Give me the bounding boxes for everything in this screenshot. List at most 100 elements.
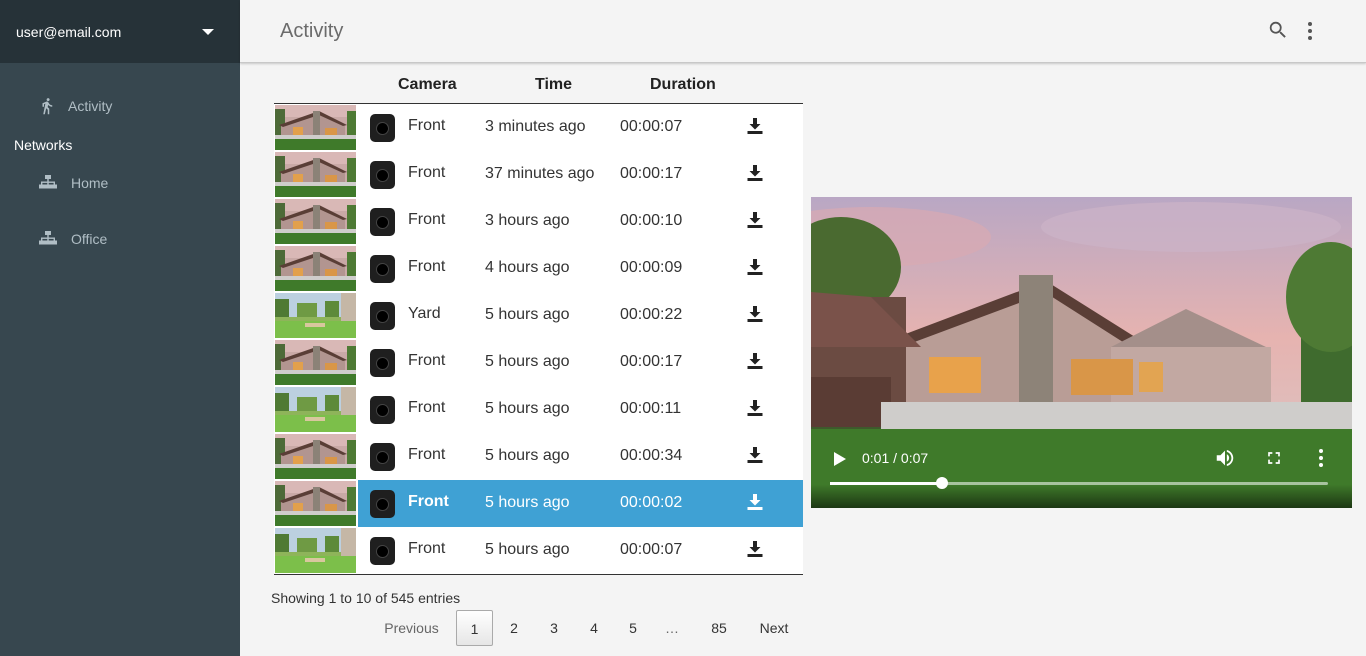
clip-thumbnail[interactable] — [275, 387, 356, 432]
column-header-camera[interactable]: Camera — [398, 76, 457, 94]
previous-button[interactable]: Previous — [374, 610, 449, 646]
search-icon — [1269, 21, 1286, 38]
camera-name: Front — [408, 164, 446, 181]
clip-thumbnail[interactable] — [275, 528, 356, 573]
camera-name: Front — [408, 493, 449, 510]
sidebar-item-home[interactable]: Home — [39, 175, 108, 191]
clip-time: 5 hours ago — [485, 353, 570, 370]
column-header-time[interactable]: Time — [535, 76, 572, 94]
top-app-bar: Activity — [240, 0, 1366, 63]
table-row[interactable]: Front 5 hours ago 00:00:11 — [274, 386, 803, 433]
camera-name: Front — [408, 540, 446, 557]
table-row[interactable]: Front 37 minutes ago 00:00:17 — [274, 151, 803, 198]
table-row[interactable]: Front 5 hours ago 00:00:17 — [274, 339, 803, 386]
camera-name: Front — [408, 352, 446, 369]
fullscreen-icon[interactable] — [1264, 448, 1284, 468]
download-icon[interactable] — [746, 352, 764, 370]
camera-icon — [370, 208, 395, 236]
activity-table: Camera Time Duration Front 3 minutes ago 0… — [274, 66, 803, 575]
download-icon[interactable] — [746, 117, 764, 135]
camera-icon — [370, 537, 395, 565]
download-icon[interactable] — [746, 493, 764, 511]
clip-thumbnail[interactable] — [275, 481, 356, 526]
video-scrubber-handle[interactable] — [936, 477, 949, 489]
play-icon[interactable] — [831, 450, 847, 468]
clip-time: 5 hours ago — [485, 541, 570, 558]
page-button-3[interactable]: 3 — [536, 610, 572, 646]
clip-time: 5 hours ago — [485, 494, 570, 511]
clip-thumbnail[interactable] — [275, 152, 356, 197]
clip-duration: 00:00:22 — [620, 306, 683, 323]
next-button[interactable]: Next — [749, 610, 799, 646]
clip-time: 37 minutes ago — [485, 165, 595, 182]
page-button-2[interactable]: 2 — [496, 610, 532, 646]
page-button-85[interactable]: 85 — [700, 610, 738, 646]
sidebar-item-label: Office — [71, 231, 108, 247]
clip-duration: 00:00:02 — [620, 494, 683, 511]
camera-icon — [370, 114, 395, 142]
download-icon[interactable] — [746, 540, 764, 558]
clip-duration: 00:00:17 — [620, 165, 683, 182]
camera-name: Front — [408, 117, 446, 134]
camera-icon — [370, 255, 395, 283]
page-title: Activity — [280, 20, 344, 42]
sidebar-item-activity[interactable]: Activity — [38, 96, 112, 116]
more-vert-icon — [1308, 22, 1312, 40]
clip-thumbnail[interactable] — [275, 199, 356, 244]
download-icon[interactable] — [746, 399, 764, 417]
clip-duration: 00:00:17 — [620, 353, 683, 370]
clip-thumbnail[interactable] — [275, 246, 356, 291]
camera-icon — [370, 443, 395, 471]
page-button-5[interactable]: 5 — [615, 610, 651, 646]
sidebar-item-label: Activity — [68, 98, 113, 114]
page-button-1[interactable]: 1 — [456, 610, 493, 646]
download-icon[interactable] — [746, 305, 764, 323]
volume-icon[interactable] — [1214, 447, 1236, 469]
clip-thumbnail[interactable] — [275, 340, 356, 385]
video-time: 0:01 / 0:07 — [862, 450, 929, 466]
sidebar: user@email.com Activity Networks Home Of… — [0, 0, 240, 656]
clip-duration: 00:00:07 — [620, 541, 683, 558]
camera-icon — [370, 490, 395, 518]
table-row[interactable]: Front 5 hours ago 00:00:34 — [274, 433, 803, 480]
networks-heading: Networks — [14, 137, 73, 153]
account-switcher[interactable]: user@email.com — [0, 0, 240, 63]
download-icon[interactable] — [746, 211, 764, 229]
page-button-4[interactable]: 4 — [576, 610, 612, 646]
clip-time: 3 hours ago — [485, 212, 570, 229]
table-row[interactable]: Front 3 hours ago 00:00:10 — [274, 198, 803, 245]
table-row[interactable]: Front 5 hours ago 00:00:07 — [274, 527, 803, 574]
table-row[interactable]: Front 4 hours ago 00:00:09 — [274, 245, 803, 292]
table-row[interactable]: Front 3 minutes ago 00:00:07 — [274, 104, 803, 151]
more-vert-icon[interactable] — [1313, 448, 1329, 468]
download-icon[interactable] — [746, 446, 764, 464]
column-header-duration[interactable]: Duration — [650, 76, 716, 94]
clip-time: 5 hours ago — [485, 306, 570, 323]
clip-duration: 00:00:09 — [620, 259, 683, 276]
running-person-icon — [42, 98, 53, 115]
clip-duration: 00:00:07 — [620, 118, 683, 135]
clip-thumbnail[interactable] — [275, 105, 356, 150]
table-body: Front 3 minutes ago 00:00:07 Front 37 minute… — [274, 104, 803, 575]
camera-icon — [370, 396, 395, 424]
clip-time: 3 minutes ago — [485, 118, 586, 135]
clip-duration: 00:00:11 — [620, 400, 682, 417]
video-progress-fill — [830, 482, 943, 485]
download-icon[interactable] — [746, 258, 764, 276]
search-button[interactable] — [1267, 19, 1289, 41]
camera-icon — [370, 161, 395, 189]
user-email: user@email.com — [16, 23, 122, 40]
camera-name: Yard — [408, 305, 441, 322]
more-options-button[interactable] — [1300, 19, 1320, 43]
table-row[interactable]: Front 5 hours ago 00:00:02 — [274, 480, 803, 527]
download-icon[interactable] — [746, 164, 764, 182]
camera-icon — [370, 302, 395, 330]
clip-thumbnail[interactable] — [275, 293, 356, 338]
clip-duration: 00:00:10 — [620, 212, 683, 229]
sidebar-item-office[interactable]: Office — [39, 231, 107, 247]
video-player[interactable]: 0:01 / 0:07 — [811, 197, 1352, 508]
video-progress-bar[interactable] — [830, 477, 1328, 489]
table-row[interactable]: Yard 5 hours ago 00:00:22 — [274, 292, 803, 339]
table-info: Showing 1 to 10 of 545 entries — [271, 590, 461, 606]
clip-thumbnail[interactable] — [275, 434, 356, 479]
